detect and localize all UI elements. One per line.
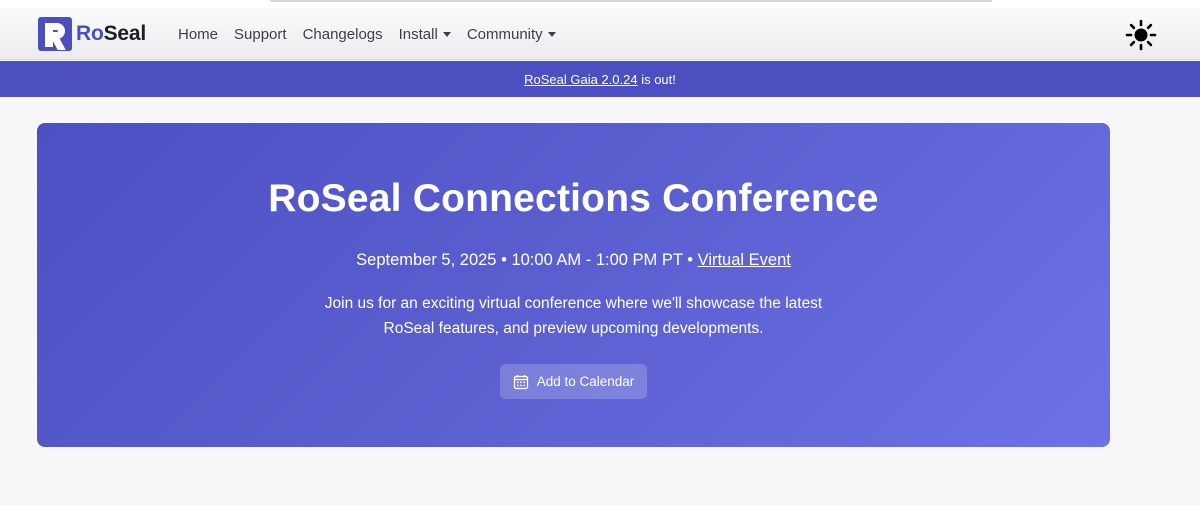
navbar: RoSeal Home Support Changelogs Install C… [0, 8, 1200, 60]
announcement-bar: RoSeal Gaia 2.0.24 is out! [0, 61, 1200, 97]
event-date: September 5, 2025 [356, 251, 497, 269]
nav-link-home[interactable]: Home [170, 26, 226, 43]
hero-title: RoSeal Connections Conference [268, 177, 879, 220]
nav-dropdown-community[interactable]: Community [459, 26, 564, 43]
sun-icon [1125, 19, 1157, 51]
nav-links: Home Support Changelogs Install Communit… [170, 8, 564, 60]
event-meta: September 5, 2025 • 10:00 AM - 1:00 PM P… [37, 251, 1110, 270]
add-to-calendar-button[interactable]: Add to Calendar [500, 364, 647, 399]
caret-down-icon [442, 31, 451, 37]
brand-logo-link[interactable]: RoSeal [38, 16, 146, 52]
description-line: RoSeal features, and preview upcoming de… [383, 320, 764, 337]
roseal-logo-icon [38, 17, 72, 51]
event-time: 10:00 AM - 1:00 PM PT [511, 251, 683, 269]
calendar-icon [513, 374, 528, 389]
announcement-link[interactable]: RoSeal Gaia 2.0.24 [524, 72, 637, 87]
nav-dropdown-install[interactable]: Install [391, 26, 459, 43]
meta-separator: • [496, 251, 512, 269]
meta-separator: • [682, 251, 698, 269]
top-scroll-indicator [270, 0, 992, 2]
add-to-calendar-label: Add to Calendar [536, 374, 635, 389]
event-description: Join us for an exciting virtual conferen… [37, 291, 1110, 341]
announcement-suffix: is out! [637, 71, 676, 87]
description-line: Join us for an exciting virtual conferen… [324, 295, 823, 312]
caret-down-icon [547, 31, 556, 37]
brand-name: RoSeal [76, 22, 146, 45]
conference-hero-card: RoSeal Connections Conference September … [37, 123, 1110, 447]
virtual-event-link[interactable]: Virtual Event [698, 251, 791, 269]
nav-link-changelogs[interactable]: Changelogs [295, 26, 391, 43]
theme-toggle-button[interactable] [1124, 18, 1158, 52]
top-edge [0, 0, 1200, 8]
nav-link-support[interactable]: Support [226, 26, 295, 43]
